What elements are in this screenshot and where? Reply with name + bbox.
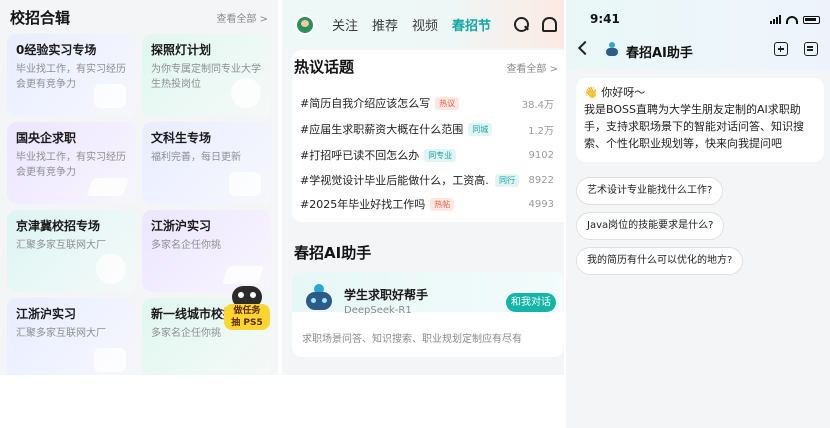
chat-with-me-button[interactable]: 和我对话: [506, 293, 556, 312]
card-subtitle: 多家名企任你挑: [151, 240, 221, 251]
topic-text: #简历自我介绍应该怎么写: [300, 97, 431, 110]
screenshot-root: 校招合辑 查看全部 > 0经验实习专场 毕业找工作，有实习经历会更有竞争力 探照…: [0, 0, 830, 428]
topic-count: 4993: [528, 198, 554, 210]
suggestion-chip[interactable]: 我的简历有什么可以优化的地方?: [576, 247, 744, 275]
card-title: 0经验实习专场: [16, 43, 97, 57]
ai-logo-icon: [604, 42, 620, 57]
card-title: 江浙沪实习: [16, 307, 77, 321]
topic-text: #2025年毕业好找工作吗: [300, 198, 426, 211]
chat-title: 春招AI助手: [626, 46, 693, 61]
briefcase-icon: [229, 172, 261, 196]
signal-icon: [770, 15, 781, 24]
robot-face: [306, 292, 332, 310]
robot-icon: [302, 281, 336, 316]
topic-count: 8922: [528, 174, 554, 186]
collection-card[interactable]: 文科生专场 福利完善，每日更新: [142, 122, 271, 204]
status-time: 9:41: [590, 12, 620, 26]
user-avatar[interactable]: [295, 15, 315, 35]
hot-topics-card: 热议话题 查看全部 > #简历自我介绍应该怎么写 热议 38.4万 #应届生求职…: [292, 50, 564, 222]
tab-spring-recruit[interactable]: 春招节: [452, 15, 491, 34]
feed-top-bar: 关注 推荐 视频 春招节: [282, 0, 564, 48]
briefcase-icon: [94, 84, 126, 108]
graduation-cap-icon: [221, 266, 265, 284]
topic-row[interactable]: #应届生求职薪资大概在什么范围 同城 1.2万: [300, 120, 554, 138]
back-arrow-icon[interactable]: [577, 40, 593, 56]
status-icons: [770, 15, 820, 24]
card-title: 文科生专场: [151, 131, 212, 145]
campus-collection-panel: 校招合辑 查看全部 > 0经验实习专场 毕业找工作，有实习经历会更有竞争力 探照…: [0, 0, 278, 375]
collection-header: 校招合辑 查看全部 >: [10, 6, 268, 28]
collection-card[interactable]: 京津冀校招专场 汇聚多家互联网大厂: [7, 210, 136, 292]
ai-section-title: 春招AI助手: [294, 244, 372, 262]
bell-icon[interactable]: [540, 16, 557, 32]
ai-assistant-name: 学生求职好帮手: [344, 288, 429, 302]
topic-tag: 同行: [495, 173, 519, 187]
topic-tag: 热帖: [430, 197, 455, 211]
card-title: 江浙沪实习: [151, 219, 212, 233]
card-subtitle: 毕业找工作，有实习经历会更有竞争力: [16, 152, 126, 178]
new-chat-icon[interactable]: [774, 42, 788, 56]
topic-tag: 同专业: [424, 148, 457, 162]
history-icon[interactable]: [804, 42, 818, 56]
tab-video[interactable]: 视频: [412, 15, 438, 34]
tab-follow[interactable]: 关注: [332, 15, 358, 34]
topic-row[interactable]: #学视觉设计毕业后能做什么，工资高... 同行 8922: [300, 171, 554, 189]
hot-view-all-link[interactable]: 查看全部 >: [506, 60, 558, 75]
card-subtitle: 福利完善，每日更新: [151, 152, 241, 163]
collection-title: 校招合辑: [10, 8, 71, 27]
topic-text: #应届生求职薪资大概在什么范围: [300, 123, 464, 136]
topic-count: 1.2万: [528, 125, 554, 137]
spotlight-icon: [231, 78, 261, 108]
feed-panel: 关注 推荐 视频 春招节 热议话题 查看全部 > #简历自我介绍应该怎么写 热议…: [282, 0, 564, 375]
feed-tabs: 关注 推荐 视频 春招节: [332, 15, 491, 34]
disc-icon: [96, 254, 126, 284]
ai-chat-panel: 9:41 春招AI助手 👋 你好呀～ 我是BOSS直聘为大学生朋友定制的AI求职…: [566, 0, 830, 428]
search-icon[interactable]: [513, 16, 529, 32]
suggestion-chip[interactable]: Java岗位的技能要求是什么?: [576, 212, 725, 240]
card-subtitle: 汇聚多家互联网大厂: [16, 328, 106, 339]
topic-tag: 热议: [435, 96, 460, 110]
ai-model-name: DeepSeek-R1: [344, 305, 412, 316]
card-title: 京津冀校招专场: [16, 219, 101, 233]
greeting-body: 我是BOSS直聘为大学生朋友定制的AI求职助手，支持求职场景下的智能对话问答、知…: [584, 103, 804, 150]
suggestion-chip[interactable]: 艺术设计专业能找什么工作?: [576, 177, 724, 205]
task-badge-line2: 抽 PS5: [231, 318, 263, 328]
topic-count: 9102: [528, 149, 554, 161]
topic-row[interactable]: #打招呼已读不回怎么办 同专业 9102: [300, 146, 554, 164]
chat-nav-bar: 春招AI助手: [566, 38, 830, 62]
card-title: 探照灯计划: [151, 43, 212, 57]
topic-text: #打招呼已读不回怎么办: [300, 149, 420, 162]
hot-topics-title: 热议话题: [294, 58, 355, 76]
wifi-icon: [786, 16, 798, 24]
task-badge-line1: 做任务: [233, 306, 261, 316]
topic-row[interactable]: #简历自我介绍应该怎么写 热议 38.4万: [300, 94, 554, 112]
ai-description: 求职场景问答、知识搜索、职业规划定制应有尽有: [302, 334, 522, 345]
card-subtitle: 汇聚多家互联网大厂: [16, 240, 106, 251]
ai-assistant-card[interactable]: 学生求职好帮手 DeepSeek-R1 和我对话 求职场景问答、知识搜索、职业规…: [292, 272, 564, 357]
greeting-hi: 👋 你好呀～: [584, 86, 646, 99]
topic-text: #学视觉设计毕业后能做什么，工资高...: [300, 174, 490, 187]
task-ps5-badge[interactable]: 做任务 抽 PS5: [224, 286, 270, 332]
card-title: 国央企求职: [16, 131, 77, 145]
collection-card[interactable]: 0经验实习专场 毕业找工作，有实习经历会更有竞争力: [7, 34, 136, 116]
graduation-cap-icon: [86, 178, 130, 196]
tab-recommend[interactable]: 推荐: [372, 15, 398, 34]
topic-row[interactable]: #2025年毕业好找工作吗 热帖 4993: [300, 195, 554, 213]
battery-icon: [803, 16, 820, 24]
topic-count: 38.4万: [521, 99, 554, 111]
view-all-link[interactable]: 查看全部 >: [216, 10, 268, 25]
briefcase-icon: [94, 348, 126, 372]
greeting-bubble: 👋 你好呀～ 我是BOSS直聘为大学生朋友定制的AI求职助手，支持求职场景下的智…: [576, 78, 824, 162]
collection-card[interactable]: 江浙沪实习 汇聚多家互联网大厂: [7, 298, 136, 375]
collection-card[interactable]: 探照灯计划 为你专属定制同专业大学生热投岗位: [142, 34, 271, 116]
collection-card[interactable]: 国央企求职 毕业找工作，有实习经历会更有竞争力: [7, 122, 136, 204]
collection-card[interactable]: 江浙沪实习 多家名企任你挑: [142, 210, 271, 292]
task-badge-label: 做任务 抽 PS5: [224, 304, 270, 330]
topic-tag: 同城: [468, 122, 493, 136]
